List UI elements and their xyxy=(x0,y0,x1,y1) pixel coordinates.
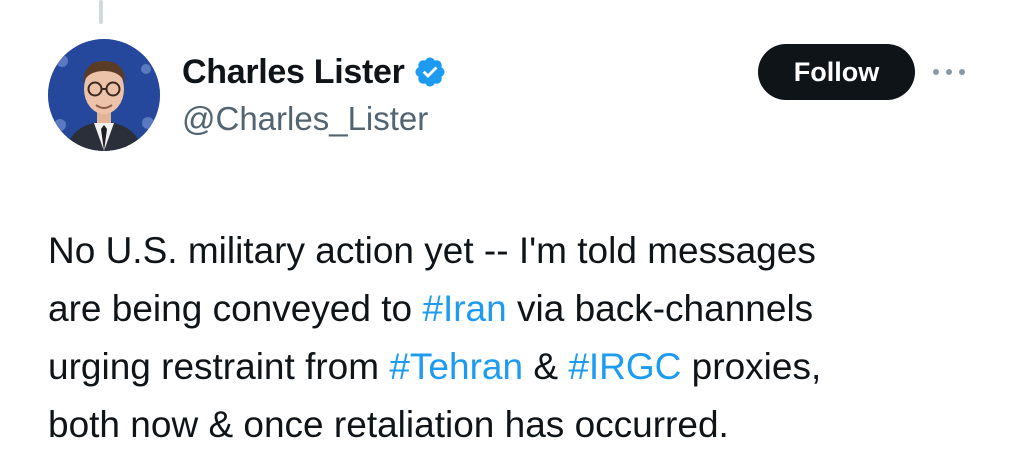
tweet-text-line: urging restraint from #Tehran & #IRGC pr… xyxy=(48,338,1008,396)
tweet-text-segment: via back-channels xyxy=(506,288,814,329)
author-name-row: Charles Lister xyxy=(182,50,447,94)
tweet-text-segment: proxies, xyxy=(681,346,822,387)
tweet-text-segment: are being conveyed to xyxy=(48,288,423,329)
tweet-text-segment: & xyxy=(523,346,569,387)
profile-photo-icon xyxy=(48,39,160,151)
verified-badge-icon xyxy=(413,55,447,89)
author-handle[interactable]: @Charles_Lister xyxy=(182,100,428,138)
follow-button[interactable]: Follow xyxy=(758,44,915,100)
more-options-icon[interactable] xyxy=(933,60,965,84)
tweet-text-segment: both now & once retaliation has occurred… xyxy=(48,404,729,445)
more-dot xyxy=(959,69,965,75)
tweet-text-line: both now & once retaliation has occurred… xyxy=(48,396,1008,454)
tweet-text-segment: No U.S. military action yet -- I'm told … xyxy=(48,230,816,271)
avatar[interactable] xyxy=(48,39,160,151)
tweet-text-segment: urging restraint from xyxy=(48,346,390,387)
thread-connector-line xyxy=(99,0,103,24)
author-display-name[interactable]: Charles Lister xyxy=(182,53,405,92)
more-dot xyxy=(933,69,939,75)
hashtag-link[interactable]: #IRGC xyxy=(568,346,681,387)
hashtag-link[interactable]: #Iran xyxy=(422,288,506,329)
hashtag-link[interactable]: #Tehran xyxy=(389,346,523,387)
tweet-body: No U.S. military action yet -- I'm told … xyxy=(48,222,1008,454)
more-dot xyxy=(946,69,952,75)
tweet-text-line: No U.S. military action yet -- I'm told … xyxy=(48,222,1008,280)
tweet-text-line: are being conveyed to #Iran via back-cha… xyxy=(48,280,1008,338)
